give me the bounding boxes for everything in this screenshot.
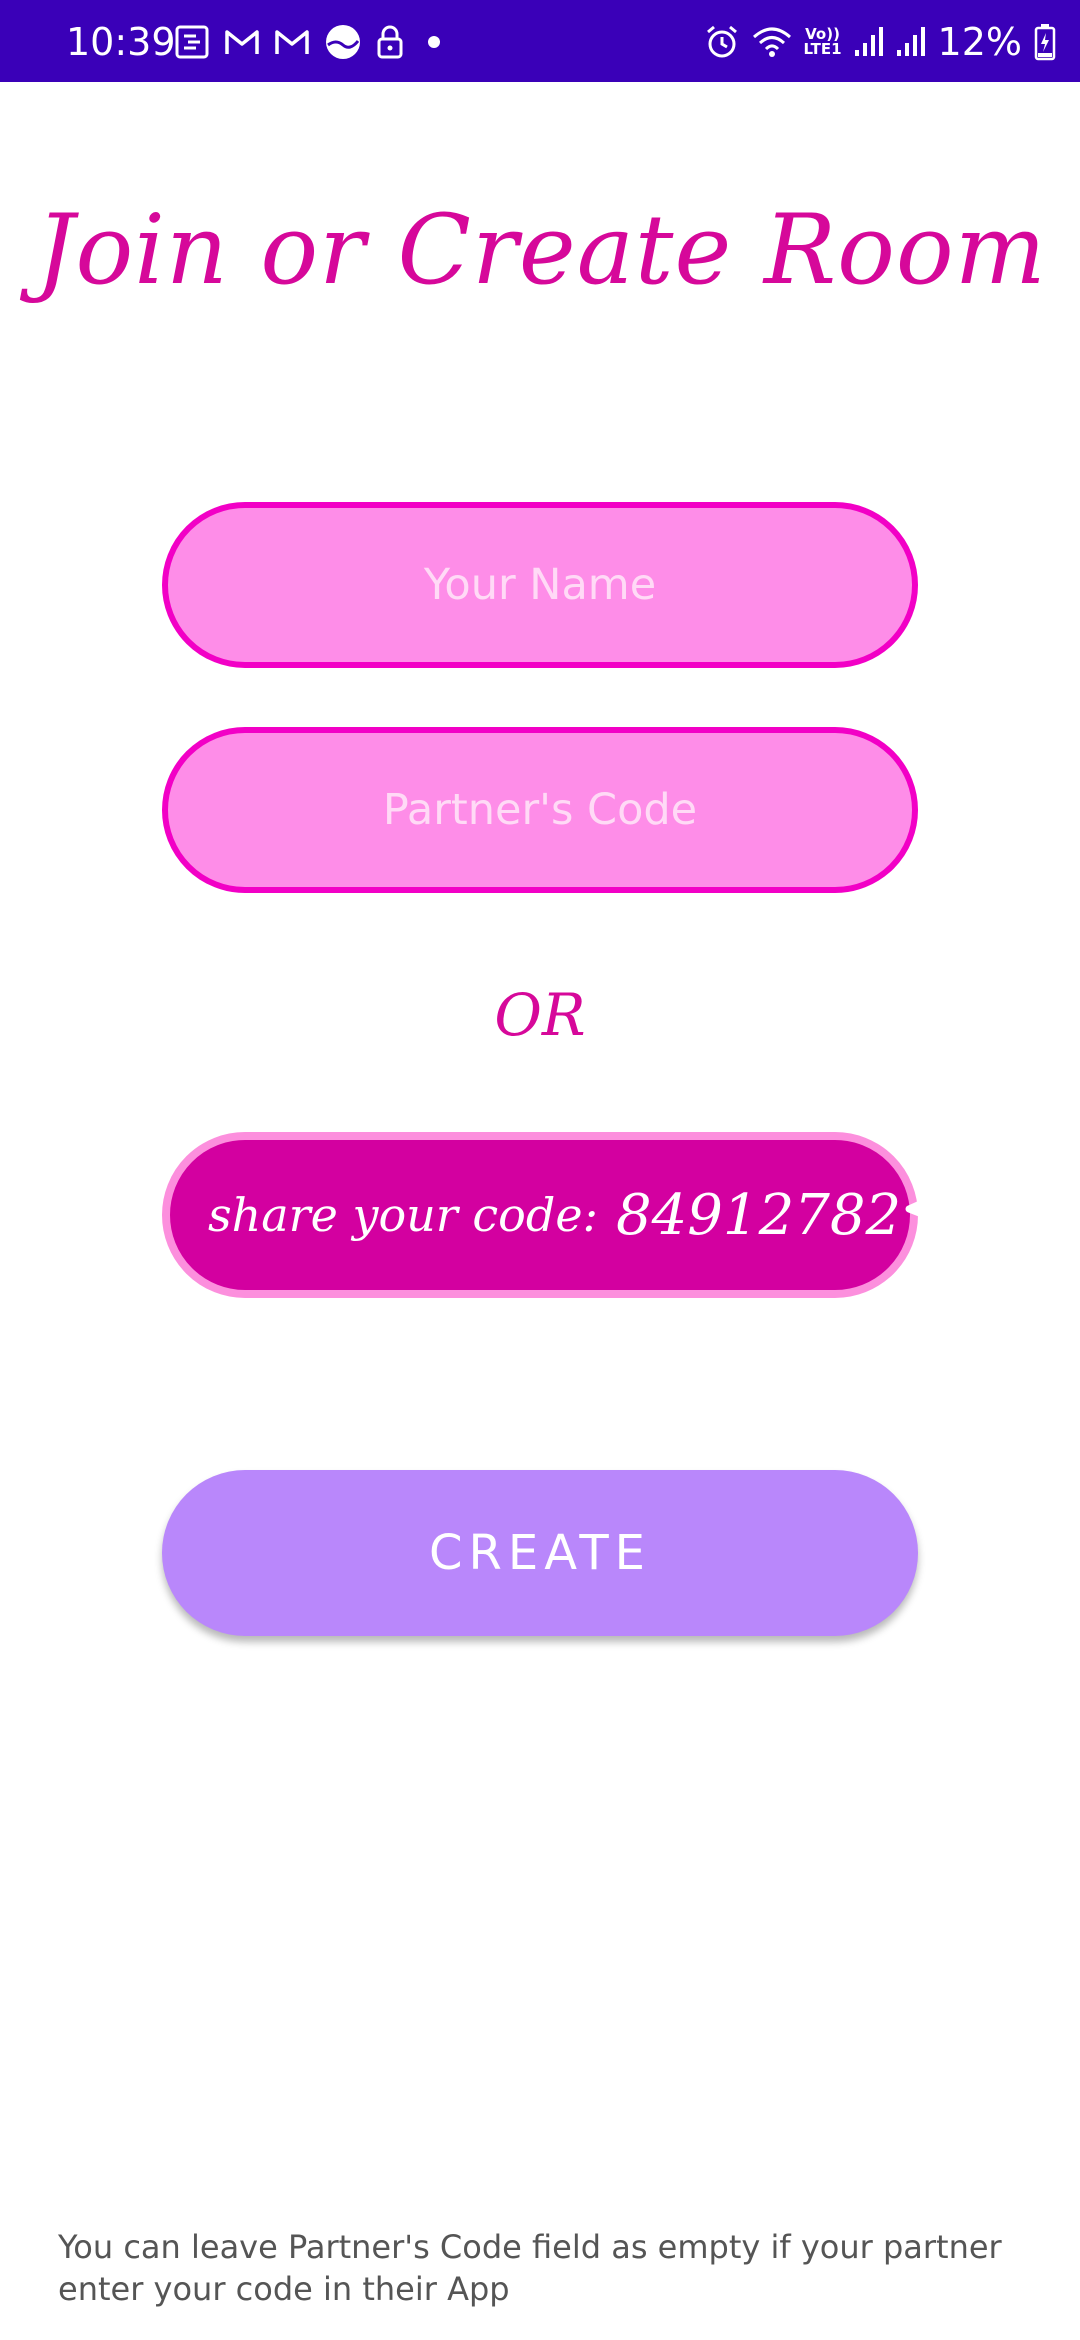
pie-app-icon (324, 23, 362, 61)
page-title: Join or Create Room (36, 194, 1047, 306)
volte-icon: Vo)) LTE1 (804, 27, 842, 57)
create-button[interactable]: CREATE (162, 1470, 918, 1636)
wifi-icon (752, 25, 792, 59)
status-right-icons: Vo)) LTE1 12% (704, 14, 1056, 70)
partner-code-field-container (162, 727, 918, 893)
notification-dot-icon (428, 36, 440, 48)
lock-icon (376, 25, 404, 59)
signal-icon (896, 26, 926, 58)
signal-icon (854, 26, 884, 58)
status-time: 10:39 (66, 20, 176, 64)
focus-mode-icon (174, 24, 210, 60)
status-left-icons (174, 18, 440, 66)
send-icon (901, 1163, 1005, 1267)
footer-note: You can leave Partner's Code field as em… (58, 2228, 1002, 2308)
or-separator: OR (494, 981, 586, 1049)
status-bar: 10:39 Vo)) LTE1 12% (0, 0, 1080, 82)
alarm-icon (704, 24, 740, 60)
name-input[interactable] (208, 559, 872, 611)
name-field-container (162, 502, 918, 668)
gmail-icon (224, 27, 260, 57)
battery-charging-icon (1034, 23, 1056, 61)
share-code-value: 84912782 (616, 1182, 902, 1248)
volte-label-bottom: LTE1 (803, 40, 842, 58)
gmail-icon (274, 27, 310, 57)
partner-code-input[interactable] (208, 784, 872, 836)
battery-percent: 12% (937, 20, 1022, 64)
share-code-button[interactable]: share your code: 84912782 (162, 1132, 1003, 1298)
share-code-label: share your code: (208, 1188, 599, 1242)
app-screen: 10:39 Vo)) LTE1 12% Join or Create Room … (0, 0, 1080, 2340)
